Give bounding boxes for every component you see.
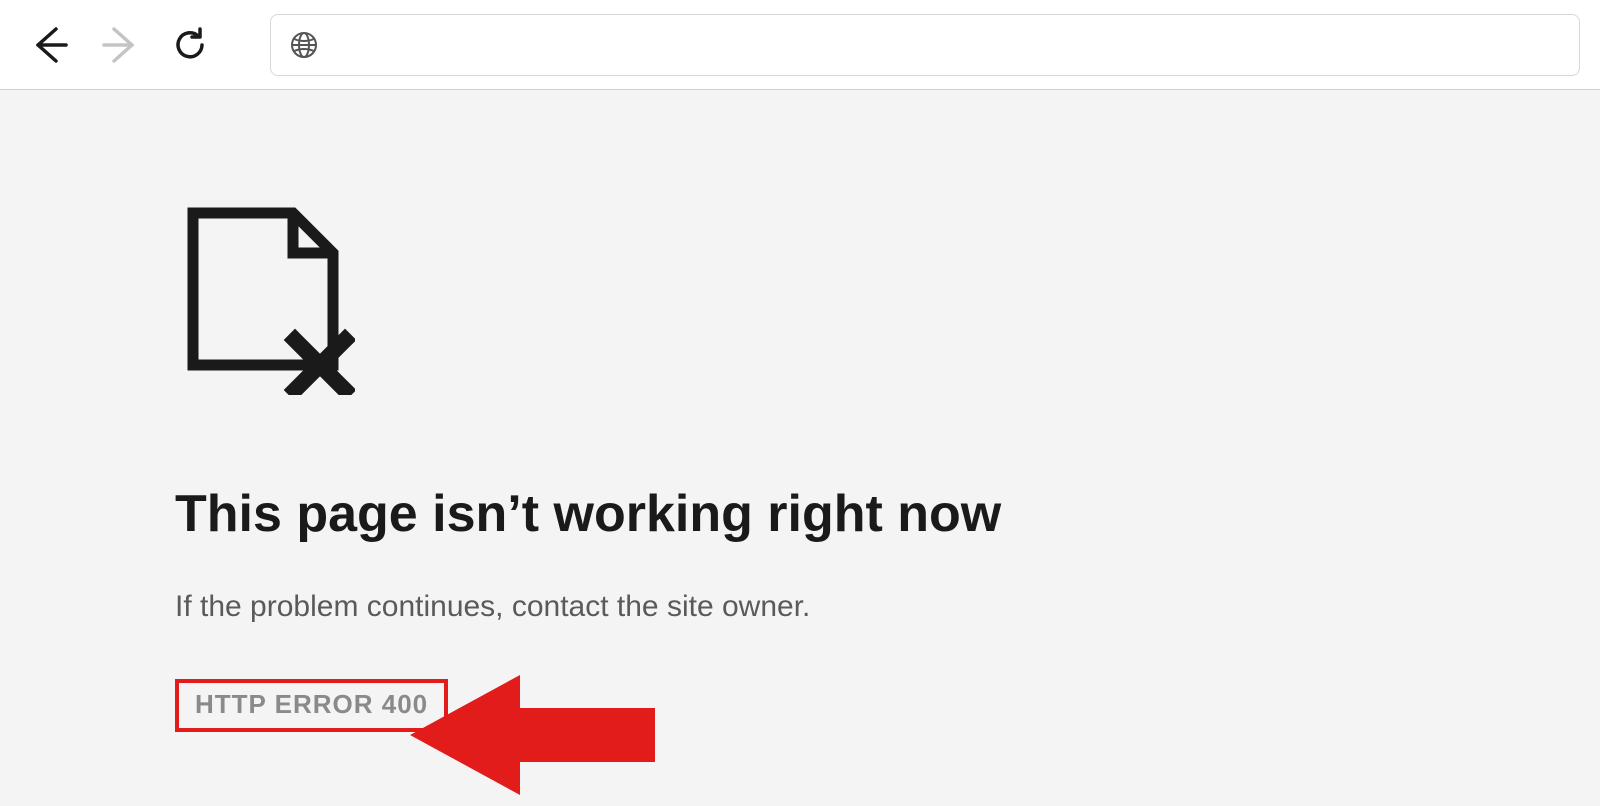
address-input[interactable] — [333, 32, 1563, 57]
address-bar[interactable] — [270, 14, 1580, 76]
error-content: This page isn’t working right now If the… — [175, 205, 1275, 732]
forward-button — [90, 15, 150, 75]
browser-toolbar — [0, 0, 1600, 90]
arrow-left-icon — [28, 23, 72, 67]
error-message: If the problem continues, contact the si… — [175, 590, 1275, 624]
back-button[interactable] — [20, 15, 80, 75]
page-body: This page isn’t working right now If the… — [0, 90, 1600, 806]
globe-icon — [287, 28, 321, 62]
error-code: HTTP ERROR 400 — [195, 689, 428, 719]
refresh-icon — [170, 25, 210, 65]
error-title: This page isn’t working right now — [175, 485, 1275, 545]
refresh-button[interactable] — [160, 15, 220, 75]
error-code-highlight: HTTP ERROR 400 — [175, 679, 448, 732]
arrow-right-icon — [98, 23, 142, 67]
error-page-icon — [185, 205, 1275, 395]
